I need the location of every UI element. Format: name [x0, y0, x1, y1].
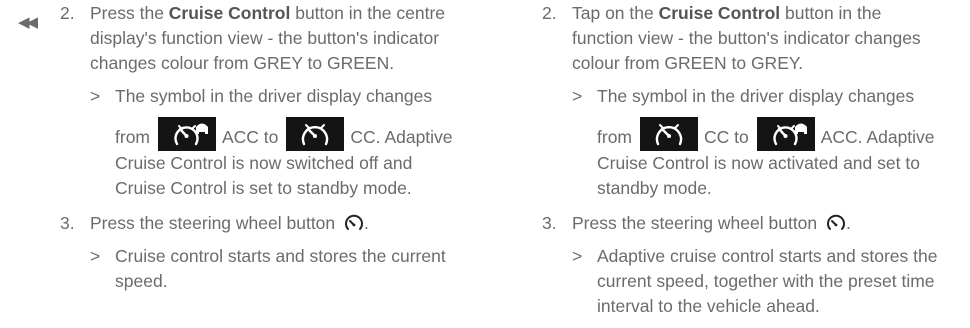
step-text-pre: Tap on the [572, 3, 659, 23]
cc-symbol-icon [640, 117, 698, 151]
step-text: Press the steering wheel button [572, 213, 818, 233]
step-number: 2. [542, 3, 557, 23]
symbol-line: from ACC to CC. Adaptive Cruise Control … [115, 117, 460, 201]
step-3-left: 3. Press the steering wheel button . > C… [60, 211, 460, 294]
cc-symbol-icon [286, 117, 345, 151]
step-3-right: 3. Press the steering wheel button . > A… [542, 211, 942, 319]
result-marker: > [90, 246, 101, 266]
cruise-control-label: Cruise Control [658, 3, 781, 23]
step-text: Press the steering wheel button [90, 213, 336, 233]
result-marker: > [90, 86, 101, 106]
result-symbol-change: > The symbol in the driver display chang… [572, 84, 942, 201]
step-number: 3. [60, 213, 75, 233]
result-text: The symbol in the driver display changes [597, 86, 915, 106]
acc-symbol-icon [158, 117, 216, 151]
result-cruise-starts: > Cruise control starts and stores the c… [90, 244, 460, 294]
continued-marker: ◀◀ [18, 14, 38, 31]
step-text-pre: Press the [90, 3, 169, 23]
symbol-line: from CC to ACC. Adaptive Cruise Control … [597, 117, 942, 201]
left-column: 2. Press the Cruise Control button in th… [60, 1, 460, 294]
step-number: 2. [60, 3, 75, 23]
step-number: 3. [542, 213, 557, 233]
cruise-control-label: Cruise Control [168, 3, 291, 23]
result-text: Adaptive cruise control starts and store… [597, 246, 938, 316]
from-text: from [115, 127, 150, 147]
step-text-after: . [846, 213, 851, 233]
result-marker: > [572, 86, 583, 106]
step-2-right: 2. Tap on the Cruise Control button in t… [542, 1, 942, 201]
right-column: 2. Tap on the Cruise Control button in t… [542, 1, 942, 319]
label-a: ACC to [222, 127, 279, 147]
speedometer-button-icon [827, 214, 845, 230]
speedometer-button-icon [345, 214, 363, 230]
result-marker: > [572, 246, 583, 266]
result-text: Cruise control starts and stores the cur… [115, 246, 446, 291]
acc-symbol-icon [756, 117, 815, 151]
result-acc-starts: > Adaptive cruise control starts and sto… [572, 244, 942, 319]
label-a: CC to [704, 127, 749, 147]
result-text: The symbol in the driver display changes [115, 86, 433, 106]
step-text-after: . [364, 213, 369, 233]
step-2-left: 2. Press the Cruise Control button in th… [60, 1, 460, 201]
from-text: from [597, 127, 632, 147]
result-symbol-change: > The symbol in the driver display chang… [90, 84, 460, 201]
